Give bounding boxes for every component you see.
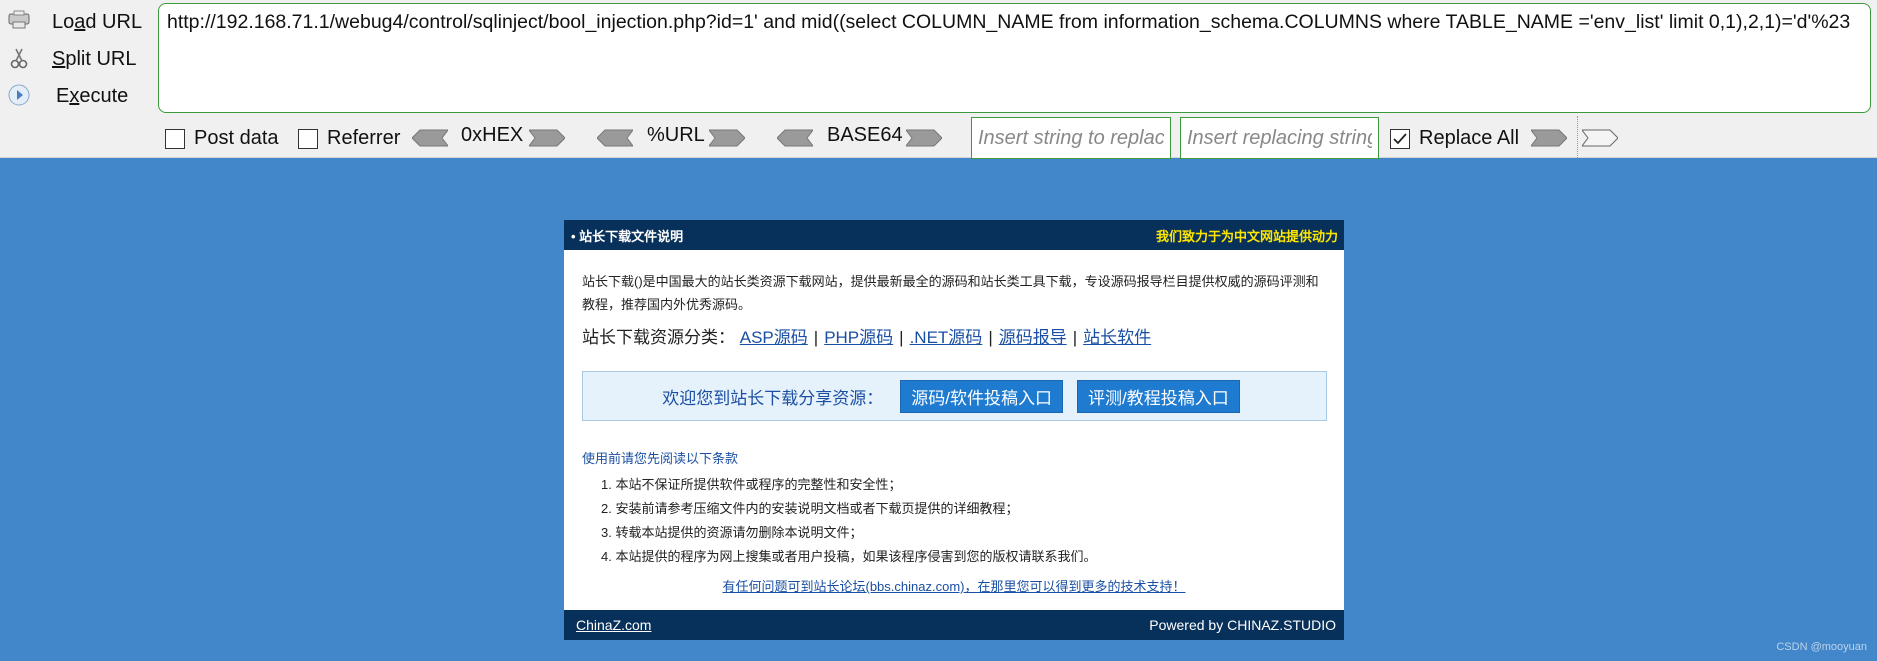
split-url-icon [7,47,31,69]
notice-item: 1. 本站不保证所提供软件或程序的完整性和安全性； [601,477,902,492]
support-link[interactable]: 有任何问题可到站长论坛(bbs.chinaz.com)，在那里您可以得到更多的技… [723,579,1186,594]
execute-button[interactable]: Execute [0,78,150,112]
load-url-icon [7,10,31,32]
hex-encode-arrow-right-icon[interactable] [529,128,565,148]
replace-arrow-right-icon[interactable] [1531,128,1567,148]
hackbar-toolbar: Load URL Split URL Execute http://192.16… [0,0,1877,159]
category-separator: | [813,328,819,347]
support-line: 有任何问题可到站长论坛(bbs.chinaz.com)，在那里您可以得到更多的技… [564,576,1344,595]
base64-decode-arrow-left-icon[interactable] [777,128,813,148]
post-data-checkbox[interactable]: Post data [165,127,279,150]
card-header: • 站长下载文件说明 我们致力于为中文网站提供动力 [564,220,1344,250]
url-encode-arrow-right-icon[interactable] [709,128,745,148]
replace-string-input[interactable] [971,117,1171,159]
notice-item: 3. 转载本站提供的资源请勿删除本说明文件； [601,525,863,540]
intro-text: 站长下载()是中国最大的站长类资源下载网站，提供最新最全的源码和站长类工具下载，… [582,274,1319,312]
base64-label: BASE64 [827,124,903,146]
readme-card: • 站长下载文件说明 我们致力于为中文网站提供动力 站长下载()是中国最大的站长… [564,220,1344,640]
url-encode-label: %URL [647,124,705,146]
card-footer: ChinaZ.com Powered by CHINAZ.STUDIO [564,610,1344,640]
category-link-dotnet[interactable]: .NET源码 [910,328,983,347]
category-link-news[interactable]: 源码报导 [999,328,1067,347]
welcome-panel: 欢迎您到站长下载分享资源： 源码/软件投稿入口 评测/教程投稿入口 [582,371,1327,421]
category-separator: | [1072,328,1078,347]
referrer-checkbox[interactable]: Referrer [298,127,400,150]
referrer-label: Referrer [327,127,401,149]
replace-all-checkbox[interactable]: Replace All [1390,127,1519,150]
post-data-label: Post data [194,127,279,149]
hackbar-options-row: Post data Referrer 0xHEX %URL BASE64 Ins… [0,116,1877,159]
notice-item: 2. 安装前请参考压缩文件内的安装说明文档或者下载页提供的详细教程； [601,501,1019,516]
split-url-label: Split URL [52,48,137,70]
powered-by: Powered by CHINAZ.STUDIO [1149,617,1336,633]
chinaz-link[interactable]: ChinaZ.com [576,617,651,633]
notice-list: 1. 本站不保证所提供软件或程序的完整性和安全性； 2. 安装前请参考压缩文件内… [601,473,1096,569]
notice-item: 4. 本站提供的程序为网上搜集或者用户投稿，如果该程序侵害到您的版权请联系我们。 [601,549,1097,564]
category-link-php[interactable]: PHP源码 [824,328,893,347]
url-decode-arrow-left-icon[interactable] [597,128,633,148]
category-link-software[interactable]: 站长软件 [1083,328,1151,347]
toolbar-separator [1577,116,1578,158]
category-separator: | [899,328,904,347]
category-link-asp[interactable]: ASP源码 [740,328,808,347]
url-input[interactable]: http://192.168.71.1/webug4/control/sqlin… [158,3,1871,113]
category-separator: | [988,328,993,347]
load-url-label: Load URL [52,11,143,33]
card-header-title: • 站长下载文件说明 [571,228,684,244]
card-header-slogan: 我们致力于为中文网站提供动力 [1155,228,1338,244]
welcome-text: 欢迎您到站长下载分享资源： [662,388,884,408]
checkmark-icon [1393,132,1407,144]
base64-encode-arrow-right-icon[interactable] [906,128,942,148]
notice-title: 使用前请您先阅读以下条款 [582,451,739,466]
referrer-checkbox-box[interactable] [298,128,318,149]
post-data-checkbox-box[interactable] [165,128,185,149]
watermark: CSDN @mooyuan [1776,641,1867,653]
categories-label: 站长下载资源分类： [582,328,735,347]
execute-icon [7,84,31,106]
resource-categories: 站长下载资源分类： ASP源码 | PHP源码 | .NET源码 | 源码报导 | 站长软件 [582,323,1151,348]
replacing-string-input[interactable] [1180,117,1379,159]
split-url-button[interactable]: Split URL [0,41,150,75]
hex-label: 0xHEX [461,124,524,146]
submit-source-button[interactable]: 源码/软件投稿入口 [900,379,1063,413]
load-url-button[interactable]: Load URL [0,4,150,38]
execute-label: Execute [56,85,129,107]
replace-all-label: Replace All [1419,127,1520,149]
submit-tutorial-button[interactable]: 评测/教程投稿入口 [1077,379,1240,413]
replace-next-arrow-right-icon[interactable] [1582,128,1618,148]
hex-decode-arrow-left-icon[interactable] [412,128,448,148]
replace-all-checkbox-box[interactable] [1390,128,1410,149]
